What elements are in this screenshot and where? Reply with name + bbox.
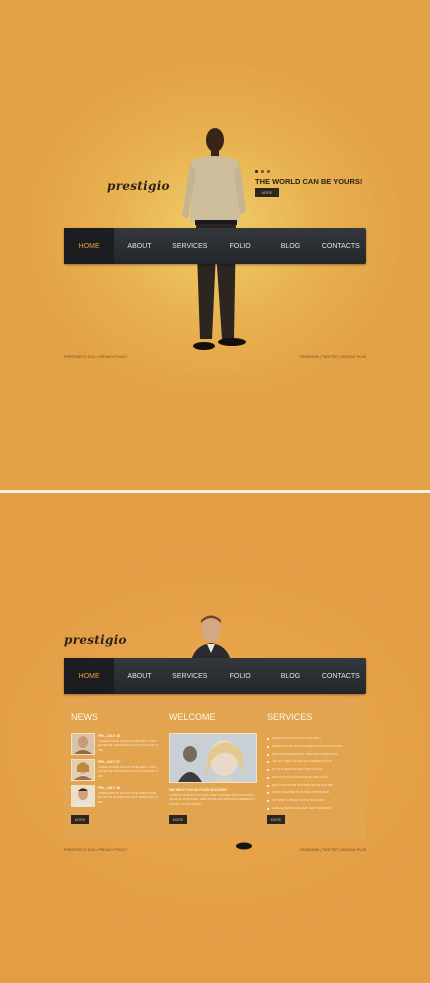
slider-dot-2[interactable] <box>261 170 264 173</box>
slider-pagination[interactable] <box>255 170 270 173</box>
nav-contacts[interactable]: CONTACTS <box>316 228 366 264</box>
services-list-item[interactable]: NIT AUTHENTICE NISL DICTUM VEL <box>267 766 363 774</box>
news-heading: NEWS <box>71 712 98 722</box>
top-page-preview: prestigio THE WORLD CAN BE YOURS! MORE H… <box>0 0 430 490</box>
services-list-item[interactable]: NAME VOLUTE SITE CONSECTETUR ADIPISCING <box>267 743 363 751</box>
footer-social-links[interactable]: FACEBOOK | TWITTER | GOOGLE PLUS <box>300 355 366 359</box>
news-thumbnail[interactable] <box>71 785 95 807</box>
nav-contacts[interactable]: CONTACTS <box>316 658 366 694</box>
hero-more-button[interactable]: MORE <box>255 188 279 197</box>
services-list-item[interactable]: NEM QUIS PELLENTESQUE NIBH EGET <box>267 774 363 782</box>
news-item[interactable]: FRI., JULY 18 LOREM IPSUM DOLOR SITE AME… <box>71 733 163 755</box>
news-thumbnail[interactable] <box>71 733 95 755</box>
news-date: FRI., JULY 18 <box>98 734 120 738</box>
services-list-item[interactable]: PROIN SEMPER MI IN NIBH ADIPISCING <box>267 789 363 797</box>
slider-dot-1[interactable] <box>255 170 258 173</box>
nav-services[interactable]: SERVICES <box>165 658 215 694</box>
news-item[interactable]: FRI., JULY 26 LOREM IPSUM DOLOR SITE AME… <box>71 785 163 807</box>
nav-blog[interactable]: BLOG <box>265 228 315 264</box>
news-excerpt: LOREM IPSUM DOLOR SITE AMET CONSECTETUR … <box>98 765 158 778</box>
footer-social-links[interactable]: FACEBOOK | TWITTER | GOOGLE PLUS <box>300 848 366 852</box>
nav-blog[interactable]: BLOG <box>265 658 315 694</box>
site-logo[interactable]: prestigio <box>64 633 127 647</box>
services-list-item[interactable]: LOREM ADIPISCING ELIT SED TEMPORIS <box>267 805 363 813</box>
welcome-more-button[interactable]: MORE <box>169 815 187 824</box>
services-heading: SERVICES <box>267 712 313 722</box>
footer-copyright[interactable]: PRESTIGIO © 2012 • PRIVACY POLICY <box>64 355 127 359</box>
inner-page-preview: prestigio HOME ABOUT SERVICES FOLIO BLOG… <box>0 493 430 983</box>
nav-home[interactable]: HOME <box>64 228 115 264</box>
news-date: FRI., JULY 26 <box>98 786 120 790</box>
nav-services[interactable]: SERVICES <box>165 228 215 264</box>
main-nav: HOME ABOUT SERVICES FOLIO BLOG CONTACTS <box>64 228 366 264</box>
footer-copyright[interactable]: PRESTIGIO © 2012 • PRIVACY POLICY <box>64 848 127 852</box>
hero-tagline: THE WORLD CAN BE YOURS! <box>255 177 363 186</box>
welcome-text: LOREM IPSUM DOLOR SITE AMET CONSECTETUR … <box>169 793 255 806</box>
nav-folio[interactable]: FOLIO <box>215 658 265 694</box>
slider-dot-3[interactable] <box>267 170 270 173</box>
services-list-item[interactable]: VEL SIT AMET MOLESTIE CONSECTETUR <box>267 758 363 766</box>
services-list-item[interactable]: NIT AMET CONSECTETUR SODALES <box>267 797 363 805</box>
news-thumbnail[interactable] <box>71 759 95 781</box>
news-excerpt: LOREM IPSUM DOLOR SITE AMET CONSECTETUR … <box>98 791 158 804</box>
news-more-button[interactable]: MORE <box>71 815 89 824</box>
nav-folio[interactable]: FOLIO <box>215 228 265 264</box>
services-list: LOREM IPSUM DOLOR SITE AMET NAME VOLUTE … <box>267 735 363 813</box>
welcome-subheading: WE HELP YOU IN YOUR SUCCESS <box>169 788 227 792</box>
site-logo[interactable]: prestigio <box>107 179 170 193</box>
nav-about[interactable]: ABOUT <box>114 228 164 264</box>
services-more-button[interactable]: MORE <box>267 815 285 824</box>
man-portrait-photo <box>191 615 231 661</box>
services-list-item[interactable]: PELLENTESQUE EGET NIBH SED ADIPISCING <box>267 751 363 759</box>
welcome-image <box>169 733 257 783</box>
news-date: FRI., JULY 27 <box>98 760 120 764</box>
nav-home[interactable]: HOME <box>64 658 115 694</box>
news-excerpt: LOREM IPSUM DOLOR SITE AMET CONSECTETUR … <box>98 739 158 752</box>
content-area: NEWS FRI., JULY 18 LOREM IPSUM DOLOR SIT… <box>64 698 366 840</box>
news-item[interactable]: FRI., JULY 27 LOREM IPSUM DOLOR SITE AME… <box>71 759 163 781</box>
main-nav: HOME ABOUT SERVICES FOLIO BLOG CONTACTS <box>64 658 366 694</box>
welcome-heading: WELCOME <box>169 712 216 722</box>
shoes-image <box>236 842 252 850</box>
services-list-item[interactable]: LOREM IPSUM DOLOR SITE AMET <box>267 735 363 743</box>
services-list-item[interactable]: SED PORTTITOR CONSECTETUR DICTUM <box>267 782 363 790</box>
nav-about[interactable]: ABOUT <box>114 658 164 694</box>
